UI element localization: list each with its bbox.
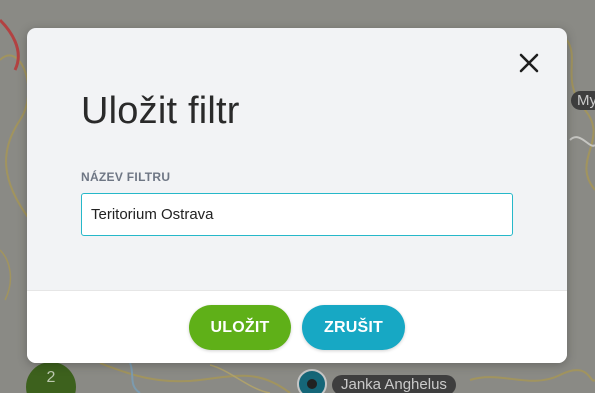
- filter-name-input[interactable]: [81, 193, 513, 236]
- close-icon: [519, 53, 539, 73]
- filter-name-label: NÁZEV FILTRU: [81, 170, 171, 184]
- dialog-footer: ULOŽIT ZRUŠIT: [27, 290, 567, 363]
- dialog-title: Uložit filtr: [81, 90, 240, 132]
- save-button[interactable]: ULOŽIT: [189, 305, 291, 350]
- close-button[interactable]: [515, 49, 543, 77]
- cancel-button[interactable]: ZRUŠIT: [302, 305, 405, 350]
- save-filter-dialog: Uložit filtr NÁZEV FILTRU ULOŽIT ZRUŠIT: [27, 28, 567, 363]
